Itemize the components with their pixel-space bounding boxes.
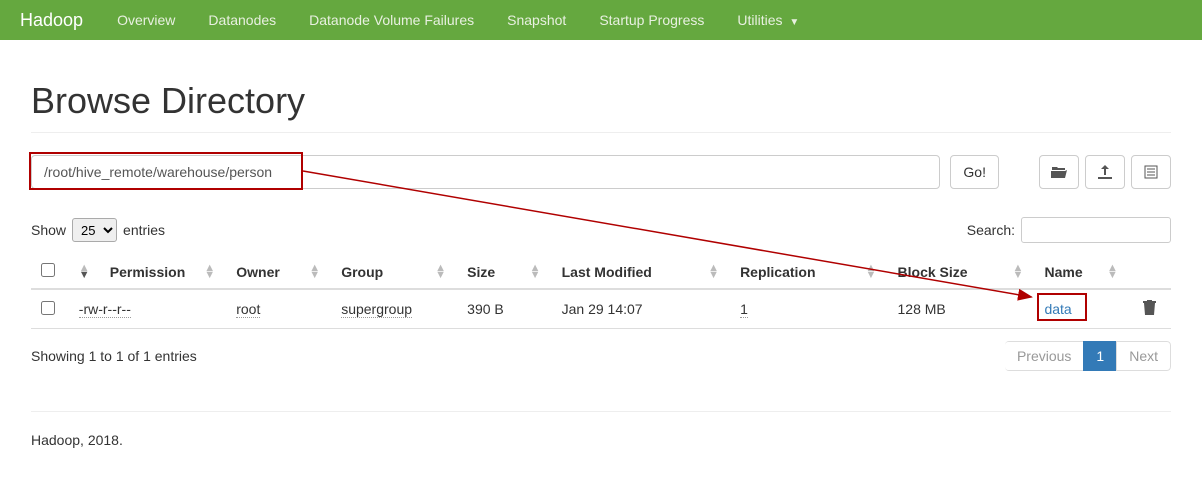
new-folder-button[interactable]	[1039, 155, 1079, 189]
col-size[interactable]: Size	[467, 264, 495, 280]
path-input-wrap	[31, 155, 940, 189]
nav-datanodes[interactable]: Datanodes	[194, 2, 290, 38]
sort-icon[interactable]: ▲▼	[204, 265, 216, 279]
upload-icon	[1098, 165, 1112, 179]
row-checkbox[interactable]	[41, 301, 55, 315]
info-text: Showing 1 to 1 of 1 entries	[31, 348, 197, 364]
col-blocksize[interactable]: Block Size	[898, 264, 968, 280]
main-container: Browse Directory Go! Show 25 entries	[16, 80, 1186, 468]
cell-owner: root	[236, 301, 260, 318]
toolbar-buttons	[1039, 155, 1171, 189]
cell-lastmod: Jan 29 14:07	[562, 301, 643, 317]
sort-icon[interactable]: ▲▼	[309, 265, 321, 279]
sort-icon[interactable]: ▲▼	[708, 265, 720, 279]
folder-open-icon	[1051, 165, 1067, 179]
entries-select[interactable]: 25	[72, 218, 117, 242]
pagination: Previous 1 Next	[1005, 341, 1171, 371]
nav-overview[interactable]: Overview	[103, 2, 189, 38]
trash-icon	[1143, 300, 1156, 315]
footer-text: Hadoop, 2018.	[31, 412, 1171, 468]
page-title: Browse Directory	[31, 80, 1171, 133]
sort-icon[interactable]: ▲▼	[866, 265, 878, 279]
sort-icon[interactable]: ▲▼	[79, 265, 91, 279]
nav-dn-volume-failures[interactable]: Datanode Volume Failures	[295, 2, 488, 38]
prev-button[interactable]: Previous	[1005, 341, 1084, 371]
nav-utilities-label: Utilities	[737, 12, 782, 28]
sort-icon[interactable]: ▲▼	[1012, 265, 1024, 279]
sort-icon[interactable]: ▲▼	[435, 265, 447, 279]
next-button[interactable]: Next	[1116, 341, 1171, 371]
delete-button[interactable]	[1143, 302, 1156, 318]
show-label-prefix: Show	[31, 222, 66, 238]
show-entries: Show 25 entries	[31, 218, 165, 242]
col-replication[interactable]: Replication	[740, 264, 815, 280]
sort-icon[interactable]: ▲▼	[530, 265, 542, 279]
select-all-checkbox[interactable]	[41, 263, 55, 277]
bottom-row: Showing 1 to 1 of 1 entries Previous 1 N…	[31, 341, 1171, 371]
show-label-suffix: entries	[123, 222, 165, 238]
cell-group: supergroup	[341, 301, 412, 318]
table-row: -rw-r--r-- root supergroup 390 B Jan 29 …	[31, 289, 1171, 329]
page-1-button[interactable]: 1	[1083, 341, 1117, 371]
col-permission[interactable]: Permission	[110, 264, 185, 280]
search-input[interactable]	[1021, 217, 1171, 243]
cell-blocksize: 128 MB	[898, 301, 946, 317]
brand[interactable]: Hadoop	[20, 10, 98, 31]
directory-table: ▲▼ Permission ▲▼ Owner ▲▼ Group ▲▼ Size ▲▼ La…	[31, 255, 1171, 329]
col-name[interactable]: Name	[1044, 264, 1082, 280]
search-box: Search:	[967, 217, 1171, 243]
cell-size: 390 B	[467, 301, 504, 317]
caret-down-icon: ▼	[789, 17, 799, 28]
navbar: Hadoop Overview Datanodes Datanode Volum…	[0, 0, 1202, 40]
list-icon	[1144, 165, 1158, 179]
go-button[interactable]: Go!	[950, 155, 999, 189]
path-input[interactable]	[31, 155, 940, 189]
col-group[interactable]: Group	[341, 264, 383, 280]
list-button[interactable]	[1131, 155, 1171, 189]
sort-icon[interactable]: ▲▼	[1107, 265, 1119, 279]
nav-snapshot[interactable]: Snapshot	[493, 2, 580, 38]
col-owner[interactable]: Owner	[236, 264, 280, 280]
upload-button[interactable]	[1085, 155, 1125, 189]
controls-row: Show 25 entries Search:	[31, 217, 1171, 243]
cell-name-link[interactable]: data	[1044, 301, 1071, 317]
cell-permission: -rw-r--r--	[79, 301, 131, 318]
col-lastmod[interactable]: Last Modified	[562, 264, 652, 280]
table-header-row: ▲▼ Permission ▲▼ Owner ▲▼ Group ▲▼ Size ▲▼ La…	[31, 255, 1171, 289]
nav-startup-progress[interactable]: Startup Progress	[585, 2, 718, 38]
search-label: Search:	[967, 222, 1015, 238]
path-row: Go!	[31, 155, 1171, 189]
cell-replication: 1	[740, 301, 748, 318]
nav-utilities[interactable]: Utilities ▼	[723, 2, 813, 38]
